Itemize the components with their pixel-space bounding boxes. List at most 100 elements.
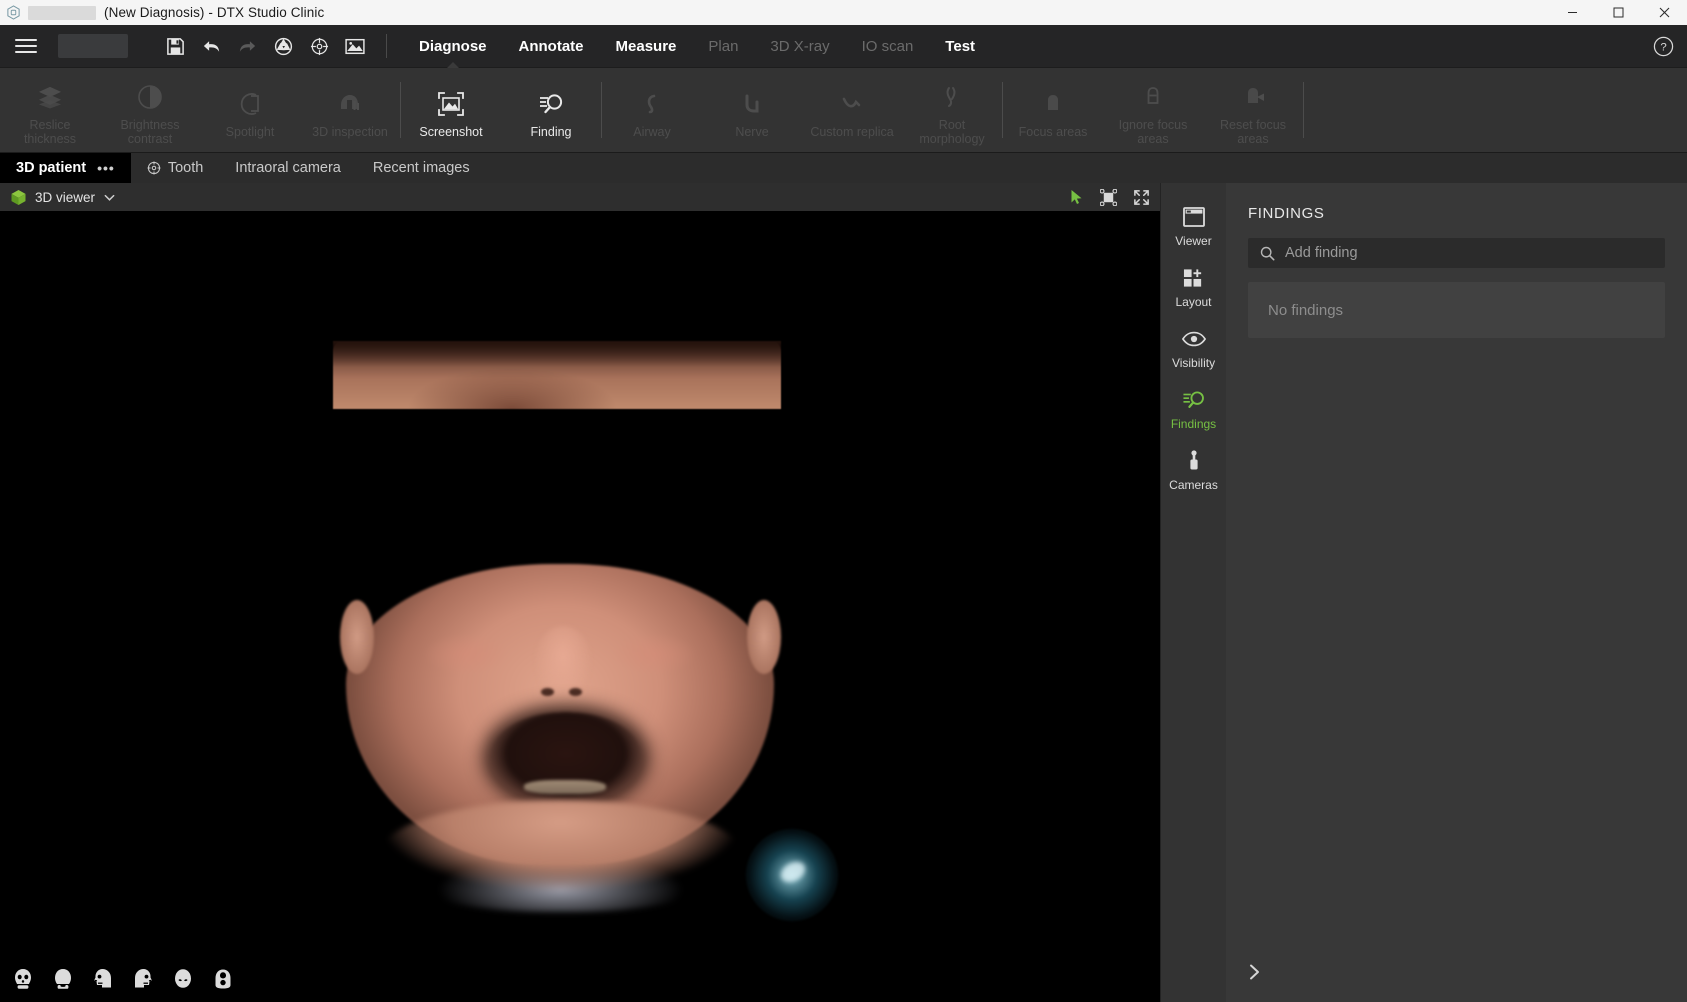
view-right-icon[interactable] <box>128 964 158 994</box>
add-finding-input[interactable] <box>1285 245 1653 261</box>
save-icon[interactable] <box>160 31 190 61</box>
tab-label: 3D patient <box>16 160 87 176</box>
tab-intraoral-camera[interactable]: Intraoral camera <box>219 153 357 183</box>
ribbon-group-capture: Screenshot Finding <box>401 68 601 152</box>
tab-tooth[interactable]: Tooth <box>131 153 219 183</box>
view-top-icon[interactable] <box>168 964 198 994</box>
replica-icon <box>839 87 865 121</box>
screenshot-icon <box>437 87 465 121</box>
rail-label: Visibility <box>1171 356 1216 370</box>
tooth-target-icon <box>147 161 161 175</box>
menu-item-diagnose[interactable]: Diagnose <box>403 25 503 68</box>
crosshair-icon[interactable] <box>304 31 334 61</box>
viewer-column: 3D viewer <box>0 183 1160 1002</box>
menu-item-annotate[interactable]: Annotate <box>503 25 600 68</box>
add-finding-search[interactable] <box>1248 238 1665 268</box>
ignore-focus-icon <box>1140 80 1166 114</box>
image-icon[interactable] <box>340 31 370 61</box>
ribbon-airway: Airway <box>602 68 702 152</box>
spotlight-icon <box>237 87 263 121</box>
pointer-tool-icon[interactable] <box>1070 189 1084 205</box>
ribbon-root-morphology: Root morphology <box>902 68 1002 152</box>
airway-icon <box>639 87 665 121</box>
menu-divider <box>386 34 387 58</box>
ribbon-label: Screenshot <box>419 125 483 139</box>
ribbon-label: Nerve <box>735 125 769 139</box>
reset-focus-icon <box>1240 80 1266 114</box>
rail-item-layout[interactable]: Layout <box>1161 256 1227 317</box>
ribbon-label: Finding <box>530 125 572 139</box>
finding-icon <box>1181 388 1207 412</box>
ribbon-label: Reset focus areas <box>1219 118 1286 146</box>
chevron-right-icon[interactable] <box>1234 952 1274 992</box>
minimize-button[interactable] <box>1549 0 1595 25</box>
viewer-title: 3D viewer <box>35 189 96 205</box>
tab-recent-images[interactable]: Recent images <box>357 153 486 183</box>
search-icon <box>1260 246 1275 261</box>
svg-text:?: ? <box>1660 41 1666 53</box>
tab-3d-patient[interactable]: 3D patient ••• <box>0 153 131 183</box>
root-icon <box>939 80 965 114</box>
hamburger-menu-icon[interactable] <box>0 25 52 68</box>
patient-selector-redacted[interactable] <box>58 34 128 58</box>
panel-title: FINDINGS <box>1248 205 1325 222</box>
tab-overflow-menu-icon[interactable]: ••• <box>97 160 115 176</box>
fullscreen-icon[interactable] <box>1133 189 1150 206</box>
ribbon-label: Airway <box>633 125 671 139</box>
inspection-icon <box>337 87 363 121</box>
main-body: 3D viewer Viewer Layout Visibility Findi… <box>0 183 1687 1002</box>
ribbon-custom-replica: Custom replica <box>802 68 902 152</box>
ribbon-group-focus: Focus areas Ignore focus areas Reset foc… <box>1003 68 1303 152</box>
ribbon-3d-inspection: 3D inspection <box>300 68 400 152</box>
view-preset-bar <box>0 956 238 1002</box>
rail-item-findings[interactable]: Findings <box>1161 378 1227 439</box>
view-back-icon[interactable] <box>48 964 78 994</box>
view-front-icon[interactable] <box>8 964 38 994</box>
ribbon-group-anatomy: Airway Nerve Custom replica Root morphol… <box>602 68 1002 152</box>
window-title: (New Diagnosis) - DTX Studio Clinic <box>104 5 325 20</box>
tab-label: Recent images <box>372 160 470 176</box>
ribbon-group-view: Reslice thickness Brightness contrast Sp… <box>0 68 400 152</box>
redo-icon <box>232 31 262 61</box>
undo-icon[interactable] <box>196 31 226 61</box>
ribbon-label: Brightness contrast <box>120 118 180 146</box>
main-menu: Diagnose Annotate Measure Plan 3D X-ray … <box>403 25 991 68</box>
findings-empty-state: No findings <box>1248 282 1665 338</box>
rail-label: Cameras <box>1169 478 1218 492</box>
close-button[interactable] <box>1641 0 1687 25</box>
view-bottom-icon[interactable] <box>208 964 238 994</box>
ribbon-label: Custom replica <box>810 125 894 139</box>
ribbon-spotlight: Spotlight <box>200 68 300 152</box>
ribbon-finding[interactable]: Finding <box>501 68 601 152</box>
aperture-icon[interactable] <box>268 31 298 61</box>
rail-label: Viewer <box>1175 234 1212 248</box>
ribbon-toolbar: Reslice thickness Brightness contrast Sp… <box>0 68 1687 153</box>
tab-label: Tooth <box>167 160 204 176</box>
title-bar: (New Diagnosis) - DTX Studio Clinic <box>0 0 1687 25</box>
ribbon-label: Focus areas <box>1018 125 1088 139</box>
rail-item-visibility[interactable]: Visibility <box>1161 317 1227 378</box>
ribbon-nerve: Nerve <box>702 68 802 152</box>
3d-viewer-canvas[interactable] <box>0 211 1160 1002</box>
menu-item-io-scan: IO scan <box>861 37 914 55</box>
rail-item-viewer[interactable]: Viewer <box>1161 195 1227 256</box>
chevron-down-icon[interactable] <box>103 191 116 204</box>
rail-item-cameras[interactable]: Cameras <box>1161 439 1227 500</box>
ribbon-reset-focus-areas: Reset focus areas <box>1203 68 1303 152</box>
rail-label: Findings <box>1170 417 1217 431</box>
patient-scalp-render <box>333 341 781 409</box>
maximize-button[interactable] <box>1595 0 1641 25</box>
help-icon[interactable]: ? <box>1639 25 1687 68</box>
rail-label: Layout <box>1175 295 1212 309</box>
tab-label: Intraoral camera <box>235 160 341 176</box>
fit-to-view-icon[interactable] <box>1100 188 1117 206</box>
camera-usb-icon <box>1187 449 1201 473</box>
viewer-controls <box>1070 188 1150 206</box>
menu-item-test[interactable]: Test <box>929 25 991 68</box>
ribbon-reslice-thickness: Reslice thickness <box>0 68 100 152</box>
view-left-icon[interactable] <box>88 964 118 994</box>
findings-panel: FINDINGS No findings <box>1226 183 1687 1002</box>
patient-name-redacted <box>28 5 96 20</box>
menu-item-measure[interactable]: Measure <box>600 25 693 68</box>
ribbon-screenshot[interactable]: Screenshot <box>401 68 501 152</box>
